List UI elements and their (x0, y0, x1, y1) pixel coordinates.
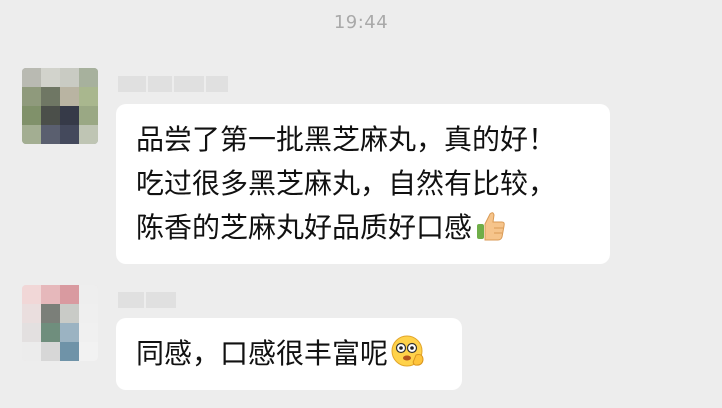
message-bubble[interactable]: 同感，口感很丰富呢 (116, 318, 462, 390)
avatar[interactable] (22, 68, 98, 144)
message-text-line: 吃过很多黑芝麻丸，自然有比较， (136, 167, 557, 200)
message-text-line: 品尝了第一批黑芝麻丸，真的好！ (136, 123, 557, 156)
message-text-line: 同感，口感很丰富呢 (136, 332, 442, 382)
sender-name-blurred (118, 76, 238, 92)
message-bubble[interactable]: 品尝了第一批黑芝麻丸，真的好！ 吃过很多黑芝麻丸，自然有比较， 陈香的芝麻丸好品… (116, 104, 610, 264)
message-text-line: 陈香的芝麻丸好品质好口感 (136, 206, 590, 256)
thumbs-up-icon (474, 209, 508, 256)
smiling-face-eyes-hand-icon (390, 333, 426, 382)
message-timestamp: 19:44 (333, 12, 389, 33)
avatar[interactable] (22, 285, 98, 361)
sender-name-blurred (118, 292, 180, 308)
